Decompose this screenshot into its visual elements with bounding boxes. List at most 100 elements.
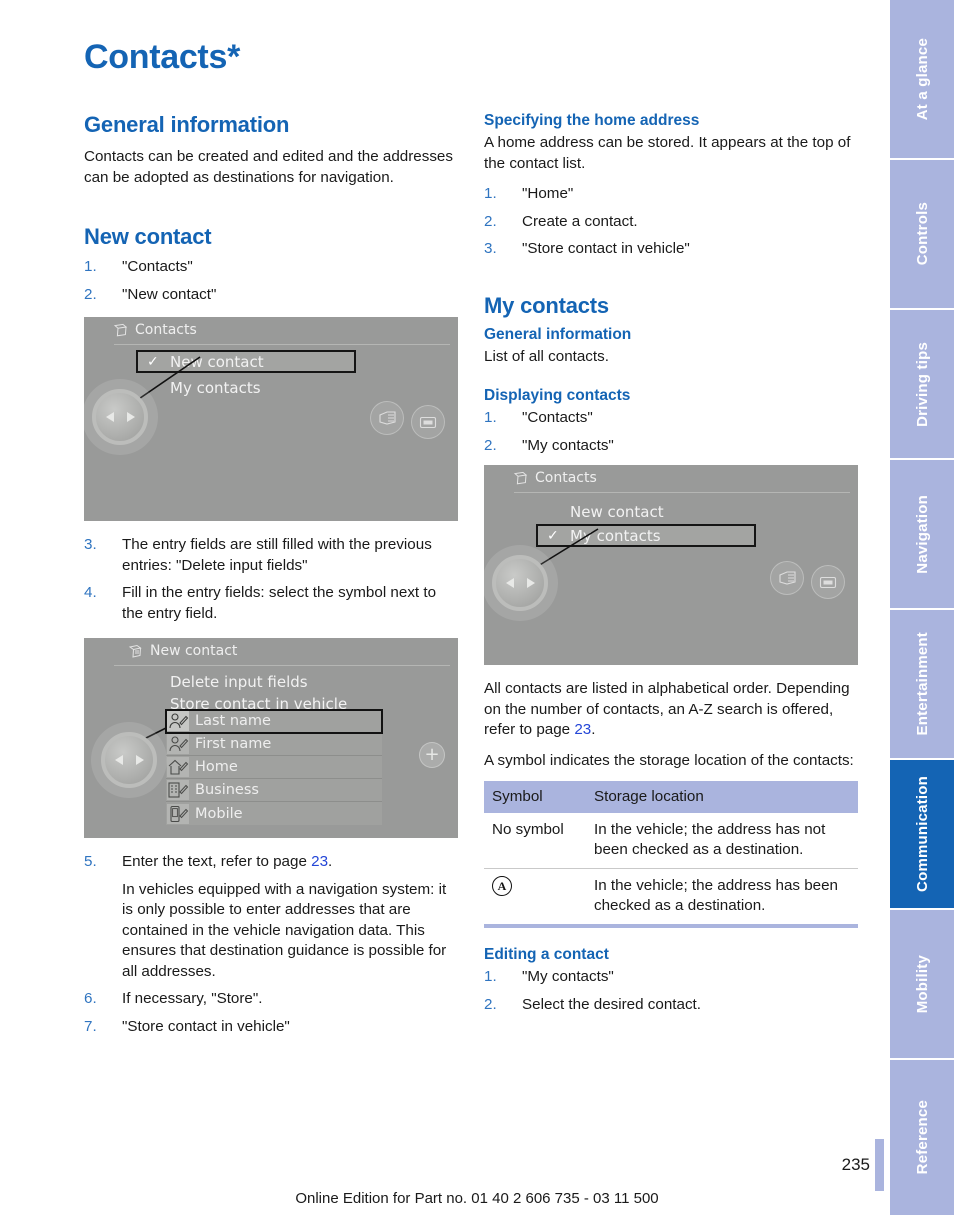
list-number: 3. [484,240,497,257]
menu-button-icon[interactable] [770,561,804,595]
manual-page: Contacts* General information Contacts c… [0,0,954,1215]
list-number: 2. [484,212,497,230]
entry-field-business[interactable]: Business [166,779,382,802]
list-item: 2. Select the desired contact. [484,995,858,1016]
add-field-button[interactable]: + [419,742,445,768]
entry-field-list: Last name First name Home Business Mobil… [165,709,383,825]
list-item: 1. "Contacts" [484,408,858,429]
list-item: 2. "My contacts" [484,436,858,457]
list-text: If necessary, "Store". [122,990,263,1007]
screen-actions: Delete input fields Store contact in veh… [170,671,380,715]
list-item: 5. Enter the text, refer to page 23. In … [84,852,458,982]
text-general-information: Contacts can be created and edited and t… [84,148,453,186]
tab-navigation[interactable]: Navigation [890,460,954,608]
contacts-book-icon [513,471,528,486]
entry-field-label: Home [195,759,238,775]
tab-label: Driving tips [913,341,931,427]
entry-field-first-name[interactable]: First name [166,733,382,756]
list-text-pre: Enter the text, refer to page [122,853,312,870]
list-number: 4. [84,584,97,601]
screen-header: Contacts [513,470,844,486]
footer-note: Online Edition for Part no. 01 40 2 606 … [295,1190,659,1207]
action-delete-input-fields[interactable]: Delete input fields [170,671,380,693]
entry-field-label: Mobile [195,805,243,822]
display-button-icon[interactable] [811,565,845,599]
list-number: 1. [484,409,497,426]
list-item: 6. If necessary, "Store". [84,989,458,1010]
screen-header-title: Contacts [135,322,197,338]
page-reference-link[interactable]: 23 [574,721,591,738]
entry-field-label: Last name [195,713,271,729]
mobile-edit-icon[interactable] [167,803,189,824]
person-edit-icon[interactable] [167,711,189,731]
table-cell-symbol: No symbol [484,813,586,869]
steps-new-contact-before: 1. "Contacts" 2. "New contact" [84,257,458,305]
home-edit-icon[interactable] [167,757,189,777]
list-item: 3. The entry fields are still filled wit… [84,535,458,576]
storage-location-table: Symbol Storage location No symbol In the… [484,781,858,928]
steps-new-contact-middle: 3. The entry fields are still filled wit… [84,535,458,624]
page-content: Contacts* General information Contacts c… [84,0,870,1215]
menu-button-icon[interactable] [370,401,404,435]
business-edit-icon[interactable] [167,780,189,800]
tab-driving-tips[interactable]: Driving tips [890,310,954,458]
left-column: General information Contacts can be crea… [84,112,458,1044]
list-number: 6. [84,990,97,1007]
menu-item-new-contact[interactable]: New contact [542,501,760,522]
list-text: "Home" [522,185,574,202]
list-text: Create a contact. [522,212,638,230]
steps-new-contact-after: 5. Enter the text, refer to page 23. In … [84,852,458,1037]
tab-controls[interactable]: Controls [890,160,954,308]
table-row: No symbol In the vehicle; the address ha… [484,813,858,869]
page-reference-link[interactable]: 23 [311,853,328,870]
text-home-address: A home address can be stored. It appears… [484,134,851,172]
tab-communication[interactable]: Communication [890,760,954,908]
list-text: "Contacts" [122,258,193,275]
table-cell-location: In the vehicle; the address has been che… [594,877,839,914]
text-my-contacts-general-information: List of all contacts. [484,347,609,365]
list-text: "Store contact in vehicle" [522,240,690,257]
list-number: 5. [84,853,97,870]
entry-field-label: Business [195,782,259,798]
tab-reference[interactable]: Reference [890,1060,954,1215]
screen-header: New contact [128,643,444,659]
text-pre: All contacts are listed in alphabetical … [484,680,850,738]
entry-field-last-name[interactable]: Last name [165,709,383,734]
table-header-storage-location: Storage location [586,781,858,813]
tab-entertainment[interactable]: Entertainment [890,610,954,758]
idrive-controller-icon[interactable] [92,389,148,445]
entry-field-label: First name [195,736,272,752]
tab-label: Mobility [913,954,931,1014]
tab-at-a-glance[interactable]: At a glance [890,0,954,158]
table-header-symbol: Symbol [484,781,586,813]
list-number: 1. [484,968,497,985]
contacts-book-icon [113,323,128,338]
list-item: 7. "Store contact in vehicle" [84,1017,458,1038]
steps-home-address: 1. "Home" 2. Create a contact. 3. "Store… [484,184,858,260]
entry-field-home[interactable]: Home [166,756,382,779]
list-item: 1. "My contacts" [484,967,858,988]
table-cell-symbol [484,869,586,925]
text-post: . [591,721,596,738]
list-text: Enter the text, refer to page 23. [122,853,332,870]
list-number: 7. [84,1017,97,1035]
tab-mobility[interactable]: Mobility [890,910,954,1058]
idrive-controller-icon[interactable] [101,732,157,788]
menu-item-label: New contact [570,502,664,521]
list-text: "My contacts" [522,436,614,454]
entry-field-mobile[interactable]: Mobile [166,802,382,825]
screen-header: Contacts [113,322,444,338]
arrow-right-icon [526,578,535,588]
steps-displaying-contacts: 1. "Contacts" 2. "My contacts" [484,408,858,456]
arrow-left-icon [114,755,123,765]
page-number: 235 [841,1155,870,1174]
heading-displaying-contacts: Displaying contacts [484,387,631,404]
table-cell-location: In the vehicle; the address has not been… [586,813,858,869]
display-button-icon[interactable] [411,405,445,439]
idrive-screenshot-contacts: Contacts ✓ New contact My contacts [84,317,458,521]
idrive-controller-icon[interactable] [492,555,548,611]
list-number: 2. [484,995,497,1013]
